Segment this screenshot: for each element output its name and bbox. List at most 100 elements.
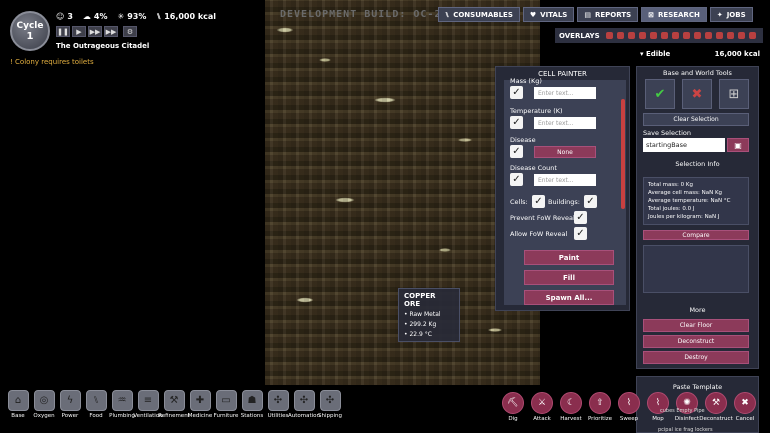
overlay-oxygen-icon[interactable]: [605, 32, 613, 39]
tool-deconstruct[interactable]: ⚒ Deconstruct: [699, 392, 733, 422]
reports-button[interactable]: ▤ REPORTS: [577, 7, 639, 22]
tool-harvest[interactable]: ☾ Harvest: [558, 392, 584, 422]
fill-button[interactable]: Fill: [524, 270, 614, 285]
top-nav: ⑊ CONSUMABLES ♥ VITALS ▤ REPORTS ⊠ RESEARCH …: [438, 7, 753, 22]
mass-checkbox[interactable]: ✓: [510, 86, 523, 99]
build-category-stations[interactable]: ☗ Stations: [240, 390, 264, 419]
build-category-furniture[interactable]: ▭ Furniture: [214, 390, 238, 419]
speed-1-button[interactable]: ▶: [72, 26, 86, 37]
duplicant-icon: ☺: [56, 12, 65, 21]
disease-checkbox[interactable]: ✓: [510, 145, 523, 158]
sparkle-icon: ✳: [117, 12, 125, 21]
buildings-checkbox[interactable]: ✓: [584, 195, 597, 208]
save-icon[interactable]: ▣: [727, 138, 749, 152]
speed-3-button[interactable]: ▶▶: [104, 26, 118, 37]
selection-info-box: Total mass: 0 Kg Average cell mass: NaN …: [643, 177, 749, 225]
tool-cancel[interactable]: ✖ Cancel: [732, 392, 758, 422]
compare-button[interactable]: Compare: [643, 230, 749, 240]
overlay-power-icon[interactable]: [616, 32, 624, 39]
select-tool-button[interactable]: ✔: [645, 79, 675, 109]
disease-count-input[interactable]: Enter text...: [534, 174, 596, 186]
overlay-automation-icon[interactable]: [737, 32, 745, 39]
build-category-food[interactable]: ⑊ Food: [84, 390, 108, 419]
duplicant-count[interactable]: ☺ 3: [56, 12, 73, 21]
disease-select-button[interactable]: None: [534, 146, 596, 158]
edible-readout[interactable]: ▾ Edible 16,000 kcal: [640, 50, 760, 58]
cell-painter-scroll[interactable]: Mass (Kg) ✓ Enter text... Temperature (K…: [504, 77, 626, 305]
temperature-input[interactable]: Enter text...: [534, 117, 596, 129]
deselect-tool-button[interactable]: ✖: [682, 79, 712, 109]
build-menu: ⌂ Base ◎ Oxygen ϟ Power ⑊ Food ♒ Plumbing ≡ Ve…: [6, 390, 342, 419]
research-button[interactable]: ⊠ RESEARCH: [641, 7, 707, 22]
build-category-shipping[interactable]: ✣ Shipping: [318, 390, 342, 419]
calories-stat[interactable]: ⑊ 16,000 kcal: [156, 12, 216, 21]
dig-icon: ⛏: [502, 392, 524, 414]
speed-controls: ❚❚ ▶ ▶▶ ▶▶ ⚙: [56, 26, 137, 37]
heart-icon: ♥: [529, 10, 537, 19]
overlay-exosuit-icon[interactable]: [726, 32, 734, 39]
build-category-power[interactable]: ϟ Power: [58, 390, 82, 419]
cell-painter-scrollbar[interactable]: [621, 99, 625, 209]
tool-sweep[interactable]: ⌇ Sweep: [616, 392, 642, 422]
overlay-light-icon[interactable]: [649, 32, 657, 39]
overlay-temperature-icon[interactable]: [627, 32, 635, 39]
overlay-materials-icon[interactable]: [638, 32, 646, 39]
prioritize-icon: ⇧: [589, 392, 611, 414]
overlay-decor-icon[interactable]: [682, 32, 690, 39]
settings-gear-icon[interactable]: ⚙: [123, 26, 137, 37]
spawn-all-button[interactable]: Spawn All...: [524, 290, 614, 305]
mass-input[interactable]: Enter text...: [534, 87, 596, 99]
save-selection-input[interactable]: startingBase: [643, 138, 725, 152]
prevent-fow-label: Prevent FoW Reveal: [510, 214, 575, 222]
prevent-fow-checkbox[interactable]: ✓: [574, 211, 587, 224]
paint-button[interactable]: Paint: [524, 250, 614, 265]
food-icon: ⑊: [85, 390, 107, 411]
build-category-plumbing[interactable]: ♒ Plumbing: [109, 390, 135, 419]
clear-selection-button[interactable]: Clear Selection: [643, 113, 749, 126]
tool-mop[interactable]: ⌇ Mop: [645, 392, 671, 422]
build-category-automation[interactable]: ✣ Automation: [288, 390, 320, 419]
harvest-icon: ☾: [560, 392, 582, 414]
overlay-ventilation-icon[interactable]: [671, 32, 679, 39]
allow-fow-checkbox[interactable]: ✓: [574, 227, 587, 240]
destroy-button[interactable]: Destroy: [643, 351, 749, 364]
build-category-medicine[interactable]: ✚ Medicine: [188, 390, 212, 419]
build-category-utilities[interactable]: ✣ Utilities: [266, 390, 290, 419]
info-joules-per-kg: Joules per kilogram: NaN J: [648, 214, 720, 220]
cells-checkbox[interactable]: ✓: [532, 195, 545, 208]
overlay-farming-icon[interactable]: [704, 32, 712, 39]
temperature-checkbox[interactable]: ✓: [510, 116, 523, 129]
cells-label: Cells:: [510, 198, 528, 206]
overlay-shipping-icon[interactable]: [748, 32, 756, 39]
tool-prioritize[interactable]: ⇧ Prioritize: [587, 392, 613, 422]
pause-button[interactable]: ❚❚: [56, 26, 70, 37]
allow-fow-label: Allow FoW Reveal: [510, 230, 568, 238]
vitals-button[interactable]: ♥ VITALS: [522, 7, 575, 22]
add-tool-button[interactable]: ⊞: [719, 79, 749, 109]
clear-floor-button[interactable]: Clear Floor: [643, 319, 749, 332]
add-page-icon: ⊞: [728, 86, 740, 102]
overlay-plumbing-icon[interactable]: [660, 32, 668, 39]
overlay-germs-icon[interactable]: [693, 32, 701, 39]
colony-alert[interactable]: ! Colony requires toilets: [10, 58, 94, 66]
jobs-button[interactable]: ✦ JOBS: [709, 7, 753, 22]
disease-count-checkbox[interactable]: ✓: [510, 173, 523, 186]
speed-2-button[interactable]: ▶▶: [88, 26, 102, 37]
build-category-oxygen[interactable]: ◎ Oxygen: [32, 390, 56, 419]
ventilation-icon: ≡: [137, 390, 159, 411]
buildings-label: Buildings:: [548, 198, 580, 206]
tool-dig[interactable]: ⛏ Dig: [500, 392, 526, 422]
save-selection-label: Save Selection: [643, 129, 691, 137]
power-icon: ϟ: [59, 390, 81, 411]
consumables-button[interactable]: ⑊ CONSUMABLES: [438, 7, 520, 22]
cycle-badge[interactable]: Cycle 1: [10, 11, 50, 51]
deconstruct-button[interactable]: Deconstruct: [643, 335, 749, 348]
stress-stat[interactable]: ☁ 4%: [83, 12, 108, 21]
overlay-rooms-icon[interactable]: [715, 32, 723, 39]
tool-disinfect[interactable]: ✺ Disinfect: [674, 392, 700, 422]
build-category-refinement[interactable]: ⚒ Refinement: [158, 390, 190, 419]
build-category-ventilation[interactable]: ≡ Ventilation: [133, 390, 163, 419]
tool-attack[interactable]: ⚔ Attack: [529, 392, 555, 422]
health-stat[interactable]: ✳ 93%: [118, 12, 147, 21]
build-category-base[interactable]: ⌂ Base: [6, 390, 30, 419]
